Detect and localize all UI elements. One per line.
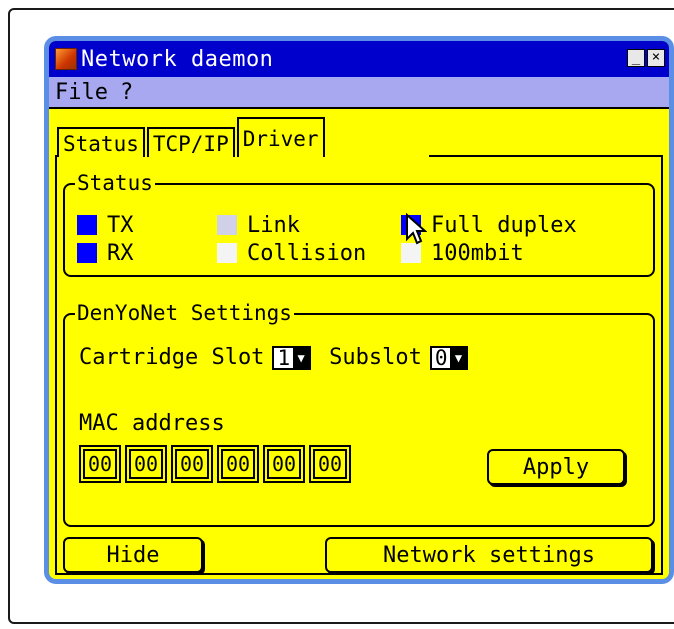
led-label: 100mbit xyxy=(431,240,524,266)
title-bar[interactable]: Network daemon _ × xyxy=(49,41,669,77)
led-indicator-icon xyxy=(217,243,237,263)
status-led: RX xyxy=(77,241,134,266)
apply-button[interactable]: Apply xyxy=(487,449,625,485)
led-indicator-icon xyxy=(401,243,421,263)
status-leds: TX Link Full duplex RX Collision 100mbit xyxy=(77,211,647,267)
led-label: TX xyxy=(107,212,134,238)
mac-field-value: 00 xyxy=(317,452,343,476)
window-title: Network daemon xyxy=(81,46,274,72)
led-label: RX xyxy=(107,240,134,266)
denyonet-settings-group: DenYoNet Settings Cartridge Slot 1 ▼ Sub… xyxy=(63,301,655,527)
mac-field-value: 00 xyxy=(179,452,205,476)
app-icon xyxy=(55,48,77,70)
led-indicator-icon xyxy=(77,243,97,263)
mac-field[interactable]: 00 xyxy=(309,445,351,483)
tab-tcpip[interactable]: TCP/IP xyxy=(146,127,235,157)
mac-field-value: 00 xyxy=(133,452,159,476)
mac-field-value: 00 xyxy=(225,452,251,476)
led-indicator-icon xyxy=(217,215,237,235)
tab-driver[interactable]: Driver xyxy=(236,117,325,157)
led-label: Collision xyxy=(247,240,367,266)
subslot-label: Subslot xyxy=(329,345,422,370)
led-label: Link xyxy=(247,212,300,238)
cartridge-slot-arrow-icon[interactable]: ▼ xyxy=(293,347,310,368)
menu-bar: File ? xyxy=(49,77,669,109)
mac-field[interactable]: 00 xyxy=(263,445,305,483)
subslot-arrow-icon[interactable]: ▼ xyxy=(450,347,467,368)
cartridge-slot-value: 1 xyxy=(277,345,291,370)
status-led: Link xyxy=(217,213,300,238)
settings-group-label: DenYoNet Settings xyxy=(75,301,294,325)
status-led: TX xyxy=(77,213,134,238)
status-led: Full duplex xyxy=(401,213,577,238)
hide-button[interactable]: Hide xyxy=(63,537,203,573)
led-row: RX Collision 100mbit xyxy=(77,239,647,267)
status-led: Collision xyxy=(217,241,366,266)
mac-field-value: 00 xyxy=(87,452,113,476)
status-group: Status TX Link Full duplex RX Collision 100mb… xyxy=(63,171,655,277)
minimize-button[interactable]: _ xyxy=(627,49,645,67)
mac-field[interactable]: 00 xyxy=(217,445,259,483)
led-indicator-icon xyxy=(77,215,97,235)
network-daemon-window: Network daemon _ × File ? Status TCP/IP … xyxy=(44,36,674,584)
mac-address-fields: 00 00 00 00 00 00 xyxy=(79,445,351,483)
mac-field[interactable]: 00 xyxy=(79,445,121,483)
subslot-select[interactable]: 0 ▼ xyxy=(429,345,469,370)
mac-label-row: MAC address xyxy=(79,411,225,436)
mac-field[interactable]: 00 xyxy=(171,445,213,483)
slot-row: Cartridge Slot 1 ▼ Subslot 0 ▼ xyxy=(79,345,469,370)
subslot-value: 0 xyxy=(434,345,448,370)
menu-file[interactable]: File xyxy=(49,80,114,105)
mac-address-label: MAC address xyxy=(79,411,225,436)
mouse-pointer-icon xyxy=(406,213,427,245)
status-group-label: Status xyxy=(75,171,155,195)
led-row: TX Link Full duplex xyxy=(77,211,647,239)
cartridge-slot-label: Cartridge Slot xyxy=(79,345,265,370)
led-label: Full duplex xyxy=(431,212,577,238)
menu-help[interactable]: ? xyxy=(114,80,139,105)
mac-field[interactable]: 00 xyxy=(125,445,167,483)
cartridge-slot-select[interactable]: 1 ▼ xyxy=(272,345,312,370)
close-button[interactable]: × xyxy=(647,49,665,67)
network-settings-button[interactable]: Network settings xyxy=(325,537,653,573)
mac-field-value: 00 xyxy=(271,452,297,476)
tab-strip: Status TCP/IP Driver xyxy=(57,117,327,157)
tab-status[interactable]: Status xyxy=(57,127,145,157)
